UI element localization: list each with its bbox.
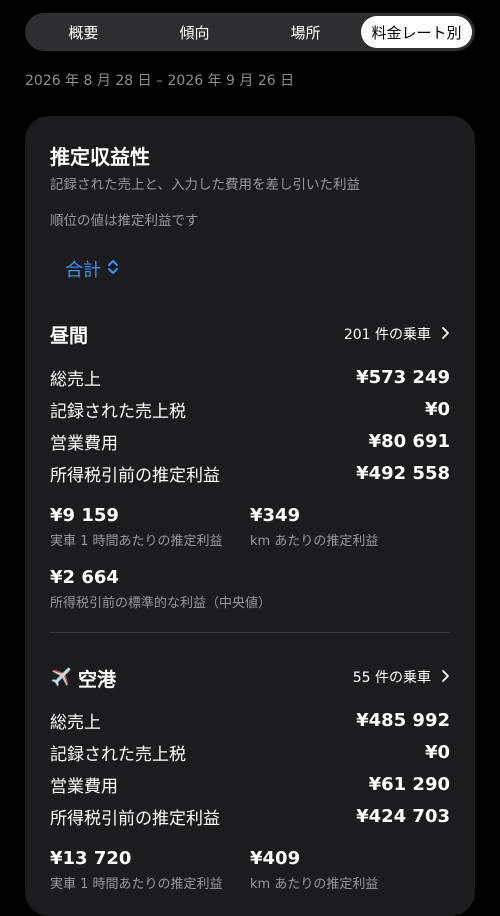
card-subtitle: 記録された売上と、入力した費用を差し引いた利益: [50, 177, 360, 193]
tab-places[interactable]: 場所: [250, 16, 361, 48]
metric-selector[interactable]: 合計: [65, 256, 119, 282]
metric-profit-per-km: ¥409 km あたりの推定利益: [250, 848, 379, 892]
rate-tab-bar: 概要 傾向 場所 料金レート別: [25, 13, 475, 51]
row-pretax-profit: 所得税引前の推定利益 ¥424 703: [50, 805, 450, 829]
rides-link[interactable]: 201 件の乗車: [344, 324, 450, 344]
metric-median-profit: ¥2 664 所得税引前の標準的な利益（中央値）: [50, 567, 272, 611]
section-title: 空港: [50, 664, 116, 693]
card-title: 推定収益性: [50, 145, 150, 169]
tab-overview[interactable]: 概要: [28, 16, 139, 48]
date-range: 2026 年 8 月 28 日 – 2026 年 9 月 26 日: [25, 73, 295, 89]
airplane-icon: [50, 664, 74, 693]
rides-link[interactable]: 55 件の乗車: [353, 667, 450, 687]
metric-profit-per-hour: ¥9 159 実車 1 時間あたりの推定利益: [50, 505, 223, 549]
rank-note: 順位の値は推定利益です: [50, 213, 199, 229]
section-airport: 空港 55 件の乗車 総売上 ¥485 992 記録された売上税 ¥0 営業費用 ¥6…: [50, 664, 450, 892]
metric-profit-per-km: ¥349 km あたりの推定利益: [250, 505, 379, 549]
row-pretax-profit: 所得税引前の推定利益 ¥492 558: [50, 462, 450, 486]
row-sales-tax: 記録された売上税 ¥0: [50, 741, 450, 765]
metric-profit-per-hour: ¥13 720 実車 1 時間あたりの推定利益: [50, 848, 223, 892]
chevron-right-icon: [441, 668, 450, 687]
section-daytime: 昼間 201 件の乗車 総売上 ¥573 249 記録された売上税 ¥0 営業費用 ¥…: [50, 321, 450, 611]
row-gross-revenue: 総売上 ¥485 992: [50, 709, 450, 733]
divider: [50, 632, 450, 633]
chevron-up-down-icon: [107, 259, 119, 279]
row-gross-revenue: 総売上 ¥573 249: [50, 366, 450, 390]
row-operating-expenses: 営業費用 ¥80 691: [50, 430, 450, 454]
chevron-right-icon: [441, 325, 450, 344]
section-title: 昼間: [50, 325, 89, 347]
profitability-card: 推定収益性 記録された売上と、入力した費用を差し引いた利益 順位の値は推定利益で…: [25, 116, 475, 916]
row-sales-tax: 記録された売上税 ¥0: [50, 398, 450, 422]
selector-label: 合計: [65, 260, 101, 281]
tab-trends[interactable]: 傾向: [139, 16, 250, 48]
row-operating-expenses: 営業費用 ¥61 290: [50, 773, 450, 797]
tab-by-rate[interactable]: 料金レート別: [361, 16, 472, 48]
